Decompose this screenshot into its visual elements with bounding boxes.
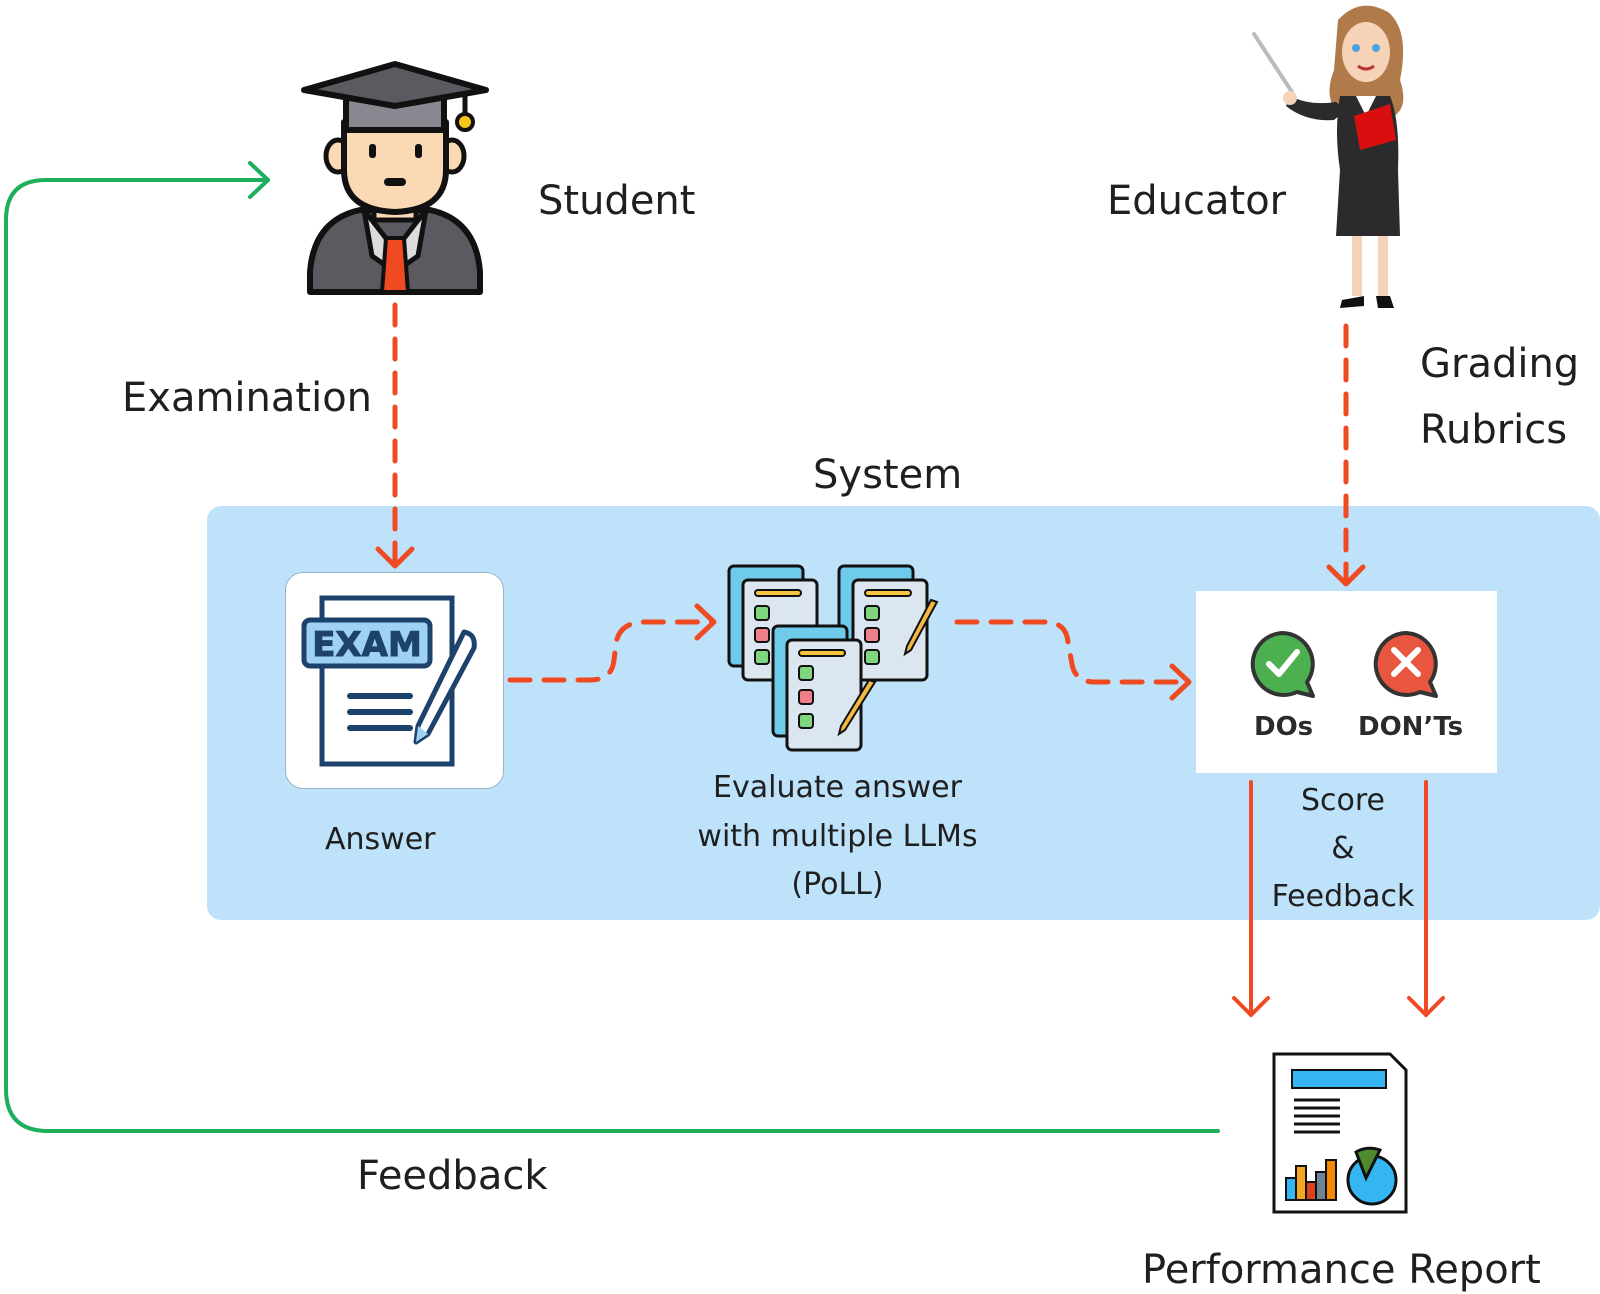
feedback-loop-label: Feedback (357, 1153, 548, 1199)
check-bubble-icon (1250, 631, 1315, 698)
exam-text: EXAM (312, 625, 422, 665)
answer-to-evaluate-arrow (507, 619, 715, 683)
dos-label: DOs (1254, 712, 1314, 742)
score-label-line1: Score (1300, 783, 1386, 818)
report-chart-icon (1272, 1052, 1408, 1214)
teacher-with-pointer-icon (1252, 5, 1404, 308)
educator-label: Educator (1107, 178, 1287, 224)
donts-label: DON’Ts (1358, 712, 1464, 742)
score-label-line2: & (1331, 831, 1355, 866)
rubric-card (1196, 591, 1497, 773)
checklist-documents-icon (727, 564, 939, 752)
answer-label: Answer (325, 822, 436, 857)
evaluate-to-rubric-arrow (954, 619, 1189, 685)
grading-rubrics-label-line2: Rubrics (1420, 407, 1568, 453)
grading-rubrics-label-line1: Grading (1420, 341, 1580, 387)
performance-report-label: Performance Report (1142, 1247, 1541, 1293)
student-label: Student (538, 178, 696, 224)
cross-bubble-icon (1373, 631, 1438, 698)
feedback-loop-arrow (4, 178, 1220, 1133)
evaluate-label-line3: (PoLL) (791, 867, 884, 902)
evaluate-label-line1: Evaluate answer (713, 770, 962, 805)
student-graduate-icon (301, 61, 489, 295)
evaluate-label-line2: with multiple LLMs (697, 819, 978, 854)
exam-paper-icon: EXAM (301, 595, 477, 767)
examination-label: Examination (122, 375, 373, 421)
score-label-line3: Feedback (1271, 879, 1415, 914)
